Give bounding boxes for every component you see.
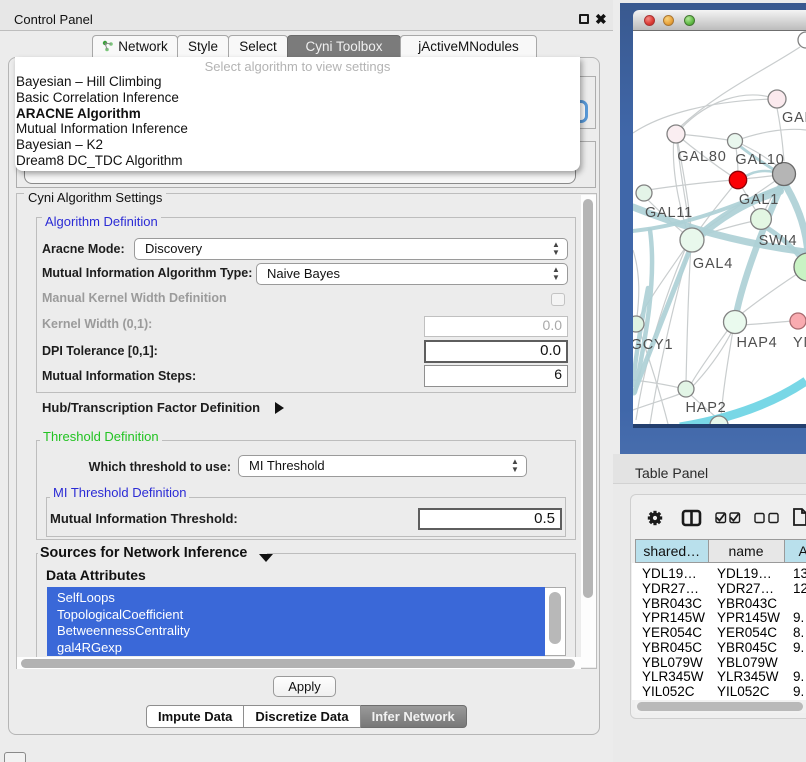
- svg-text:HAP4: HAP4: [736, 335, 777, 351]
- svg-text:GAL4: GAL4: [693, 256, 733, 272]
- svg-text:GAL1: GAL1: [739, 192, 779, 208]
- svg-text:GAL10: GAL10: [735, 152, 784, 168]
- svg-text:SWI4: SWI4: [759, 233, 798, 249]
- svg-text:GAL80: GAL80: [677, 149, 726, 165]
- svg-text:YM: YM: [793, 335, 806, 351]
- svg-text:HAP2: HAP2: [685, 400, 726, 416]
- svg-text:GAL7: GAL7: [782, 110, 806, 126]
- svg-text:GAL11: GAL11: [645, 205, 693, 221]
- svg-text:GCY1: GCY1: [633, 337, 673, 353]
